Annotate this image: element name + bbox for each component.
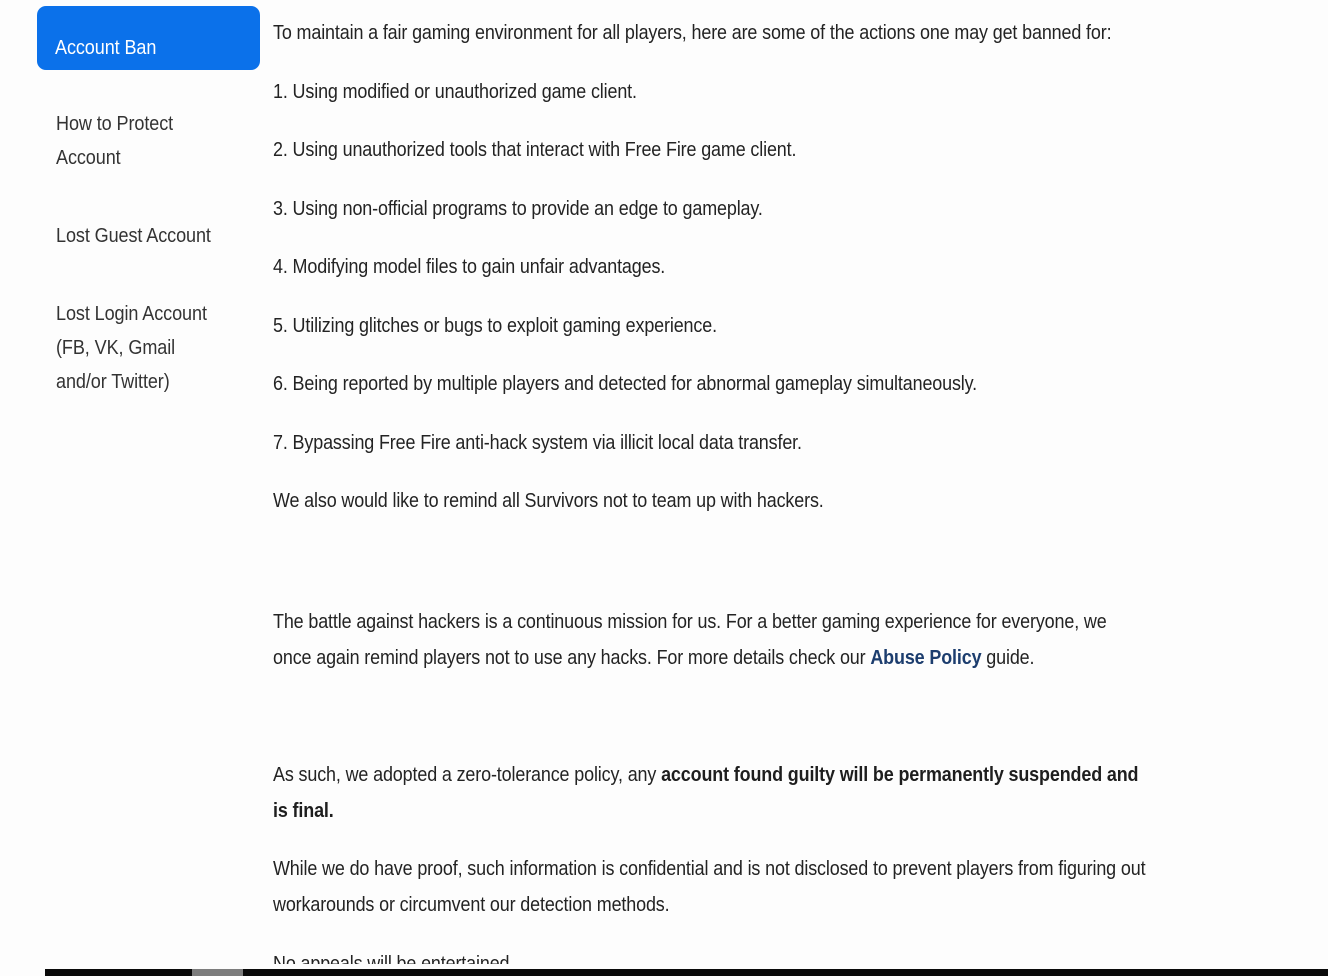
ban-rule-2: 2. Using unauthorized tools that interac… — [273, 138, 797, 161]
page-root: Account Ban How to Protect Account Lost … — [0, 0, 1328, 976]
ban-rule-3: 3. Using non-official programs to provid… — [273, 196, 763, 220]
intro-paragraph: To maintain a fair gaming environment fo… — [273, 21, 1112, 44]
sidebar-item-label: Account Ban — [55, 35, 157, 59]
abuse-policy-link[interactable]: Abuse Policy — [870, 646, 981, 669]
sidebar-nav: Account Ban How to Protect Account Lost … — [0, 0, 262, 970]
ban-rule-6: 6. Being reported by multiple players an… — [273, 372, 978, 395]
ban-rule-5: 5. Utilizing glitches or bugs to exploit… — [273, 313, 717, 337]
proof-confidential-paragraph: While we do have proof, such information… — [273, 856, 1146, 917]
sidebar-item-lost-login-account[interactable]: Lost Login Account (FB, VK, Gmail and/or… — [56, 297, 276, 399]
battle-paragraph: The battle against hackers is a continuo… — [273, 604, 1148, 677]
zero-tolerance-paragraph: As such, we adopted a zero-tolerance pol… — [273, 757, 1148, 830]
main-content: To maintain a fair gaming environment fo… — [273, 0, 1313, 975]
ban-rule-1: 1. Using modified or unauthorized game c… — [273, 79, 637, 103]
ban-rule-7: 7. Bypassing Free Fire anti-hack system … — [273, 430, 802, 454]
reminder-paragraph: We also would like to remind all Survivo… — [273, 489, 824, 512]
sidebar-item-lost-guest-account[interactable]: Lost Guest Account — [56, 219, 276, 253]
sidebar-item-how-to-protect-account[interactable]: How to Protect Account — [56, 107, 276, 175]
zero-tolerance-text-before-bold: As such, we adopted a zero-tolerance pol… — [273, 762, 662, 786]
sidebar-item-account-ban[interactable]: Account Ban — [37, 6, 260, 70]
battle-text-after-link: guide. — [981, 646, 1035, 669]
ban-rule-4: 4. Modifying model files to gain unfair … — [273, 255, 666, 278]
scrollbar-thumb[interactable] — [192, 969, 243, 976]
scrollbar-track[interactable] — [45, 969, 1328, 976]
horizontal-scrollbar[interactable] — [0, 964, 1328, 976]
